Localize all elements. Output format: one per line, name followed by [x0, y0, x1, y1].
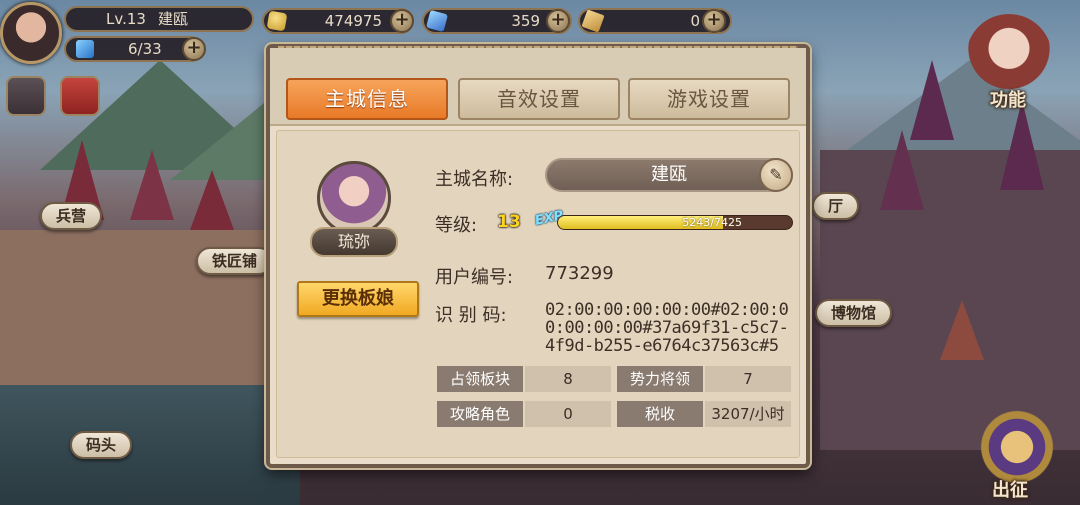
- hero-name: 琉弥: [310, 227, 398, 257]
- dialog-tab-bar: 主城信息 音效设置 游戏设置: [270, 48, 806, 126]
- tax-value: 3207/小时: [705, 401, 791, 427]
- identification-code-label: 识 别 码:: [435, 305, 507, 326]
- mail-icon[interactable]: [60, 76, 100, 116]
- conquered-value: 0: [525, 401, 611, 427]
- generals-label: 势力将领: [617, 366, 703, 392]
- city-name-value: 建瓯: [651, 164, 687, 185]
- add-gem-button[interactable]: +: [546, 9, 570, 33]
- blue-gem-icon: [425, 9, 449, 33]
- conquered-label: 攻略角色: [437, 401, 523, 427]
- add-gold-button[interactable]: +: [390, 9, 414, 33]
- hero-portrait[interactable]: [317, 161, 391, 235]
- player-city-name: 建瓯: [158, 10, 189, 28]
- gold-value: 474975: [324, 12, 382, 30]
- energy-icon: [76, 40, 94, 58]
- level-value: 13: [497, 212, 521, 232]
- level-label: 等级:: [435, 215, 478, 236]
- partial-building-sign[interactable]: 厅: [812, 192, 860, 220]
- scroll-icon: [581, 9, 605, 33]
- scroll-value: 0: [690, 12, 700, 30]
- add-energy-button[interactable]: +: [182, 37, 206, 61]
- city-info-dialog: 主城信息 音效设置 游戏设置 琉弥 更换板娘 主城名称: 建瓯 ✎ 等级: 13…: [266, 44, 810, 468]
- expedition-label: 出征: [992, 480, 1028, 501]
- notes-icon[interactable]: [6, 76, 46, 116]
- tab-game-settings[interactable]: 游戏设置: [628, 78, 790, 120]
- identification-code-value: 02:00:00:00:00:00#02:00:00:00:00:00#37a6…: [545, 301, 789, 353]
- user-id-label: 用户编号:: [435, 267, 514, 288]
- barracks-sign[interactable]: 兵营: [40, 202, 103, 230]
- player-level: Lv.13: [106, 10, 146, 28]
- territory-label: 占领板块: [437, 366, 523, 392]
- add-scroll-button[interactable]: +: [702, 9, 726, 33]
- city-info-panel: 琉弥 更换板娘 主城名称: 建瓯 ✎ 等级: 13 EXP 5243/7425 …: [276, 130, 800, 458]
- change-hero-button[interactable]: 更换板娘: [297, 281, 419, 317]
- energy-value: 6/33: [128, 40, 162, 58]
- user-id-value: 773299: [545, 263, 614, 284]
- blacksmith-sign[interactable]: 铁匠铺: [196, 247, 274, 275]
- museum-sign[interactable]: 博物馆: [815, 299, 893, 327]
- territory-value: 8: [525, 366, 611, 392]
- player-level-bar: Lv.13 建瓯: [64, 6, 254, 32]
- tax-label: 税收: [617, 401, 703, 427]
- tab-sound-settings[interactable]: 音效设置: [458, 78, 620, 120]
- city-name-field: 建瓯 ✎: [545, 158, 793, 192]
- exp-text: 5243/7425: [682, 216, 742, 229]
- edit-city-name-button[interactable]: ✎: [759, 158, 793, 192]
- edit-icon: ✎: [769, 165, 783, 184]
- dock-sign[interactable]: 码头: [70, 431, 133, 459]
- player-avatar[interactable]: [0, 2, 62, 64]
- tab-city-info[interactable]: 主城信息: [286, 78, 448, 120]
- gem-value: 359: [511, 12, 540, 30]
- generals-value: 7: [705, 366, 791, 392]
- city-name-label: 主城名称:: [435, 169, 514, 190]
- function-label: 功能: [990, 90, 1026, 111]
- exp-progress-bar: 5243/7425: [557, 215, 793, 230]
- gold-coin-icon: [266, 10, 288, 32]
